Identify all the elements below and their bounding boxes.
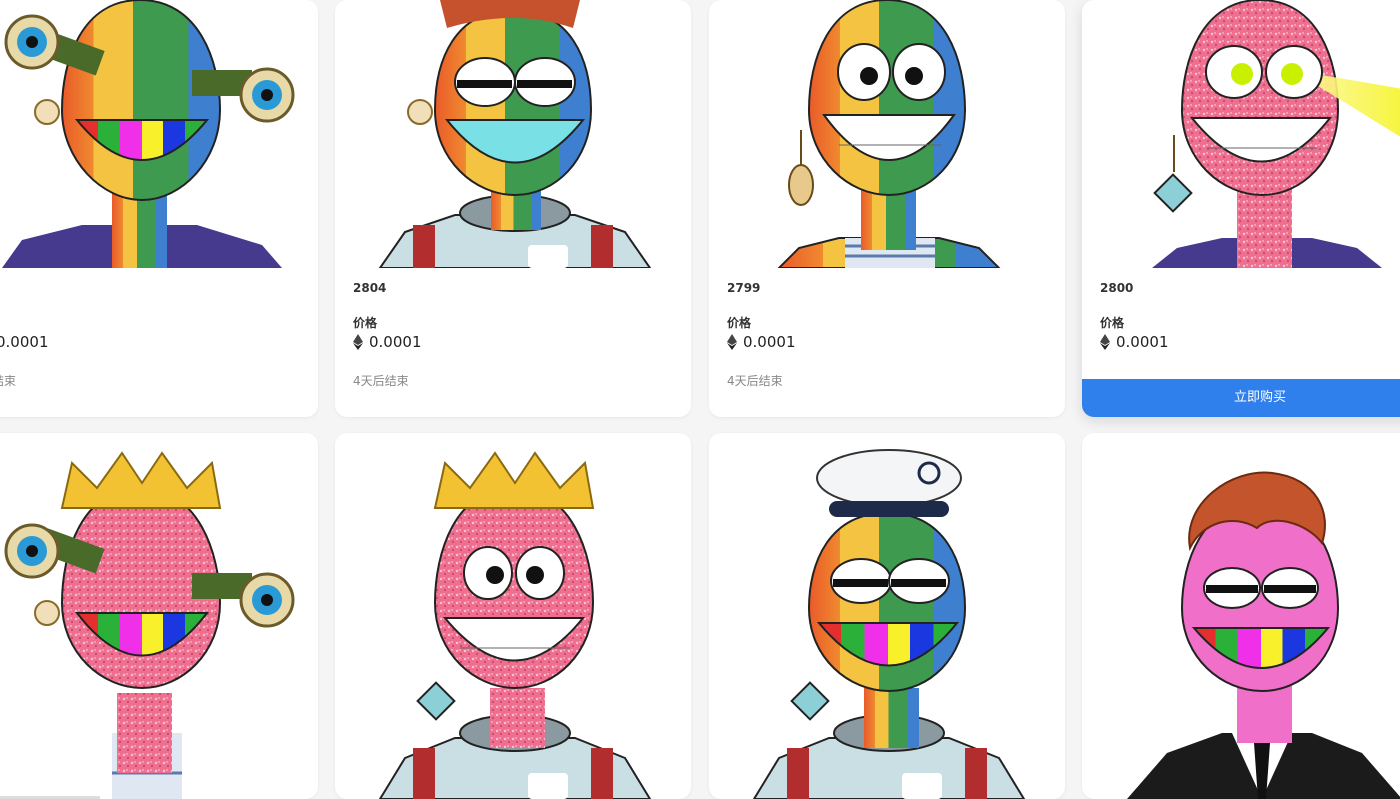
nft-card[interactable] bbox=[709, 433, 1065, 799]
nft-card[interactable] bbox=[0, 433, 318, 799]
price-value-row: 0.0001 bbox=[727, 333, 796, 351]
ethereum-icon bbox=[727, 334, 737, 350]
nft-card[interactable] bbox=[335, 433, 691, 799]
token-id: 2799 bbox=[727, 281, 761, 295]
nft-artwork bbox=[335, 0, 691, 268]
price-amount: 0.0001 bbox=[0, 333, 49, 351]
token-id: 2800 bbox=[1100, 281, 1134, 295]
nft-card[interactable]: …6 价 0.0001 后结束 bbox=[0, 0, 318, 417]
auction-end-status: 4天后结束 bbox=[353, 374, 409, 388]
price-amount: 0.0001 bbox=[369, 333, 422, 351]
nft-artwork bbox=[1082, 433, 1400, 799]
auction-end-status: 4天后结束 bbox=[727, 374, 783, 388]
price-value-row: 0.0001 bbox=[0, 333, 49, 351]
buy-now-button[interactable]: 立即购买 bbox=[1082, 379, 1400, 417]
nft-artwork bbox=[709, 0, 1065, 268]
nft-artwork bbox=[0, 0, 318, 268]
ethereum-icon bbox=[1100, 334, 1110, 350]
price-value-row: 0.0001 bbox=[1100, 333, 1169, 351]
nft-card[interactable] bbox=[1082, 433, 1400, 799]
price-amount: 0.0001 bbox=[743, 333, 796, 351]
price-amount: 0.0001 bbox=[1116, 333, 1169, 351]
nft-artwork bbox=[709, 433, 1065, 799]
token-id: 2804 bbox=[353, 281, 387, 295]
price-label: 价格 bbox=[1100, 316, 1125, 330]
auction-end-status: 后结束 bbox=[0, 374, 17, 388]
nft-card[interactable]: 2800 价格 0.0001 立即购买 bbox=[1082, 0, 1400, 417]
price-value-row: 0.0001 bbox=[353, 333, 422, 351]
ethereum-icon bbox=[353, 334, 363, 350]
nft-card[interactable]: 2799 价格 0.0001 4天后结束 bbox=[709, 0, 1065, 417]
price-label: 价格 bbox=[353, 316, 378, 330]
nft-artwork bbox=[1082, 0, 1400, 268]
nft-artwork bbox=[335, 433, 691, 799]
price-label: 价格 bbox=[727, 316, 752, 330]
nft-artwork bbox=[0, 433, 318, 799]
nft-card[interactable]: 2804 价格 0.0001 4天后结束 bbox=[335, 0, 691, 417]
